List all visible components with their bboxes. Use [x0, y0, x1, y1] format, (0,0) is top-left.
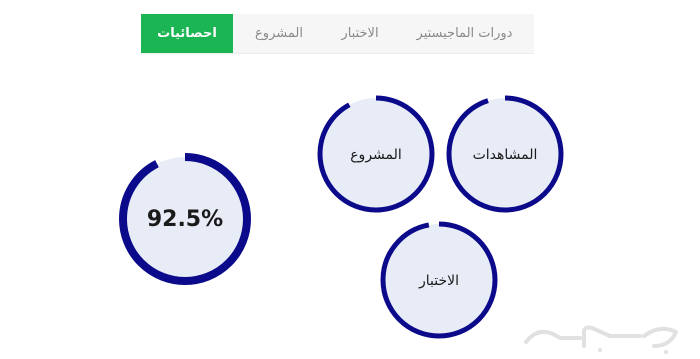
overall-progress-ring: 92.5%: [119, 153, 251, 285]
haraj-watermark-logo: [524, 325, 678, 354]
project-ring: المشروع: [317, 95, 435, 213]
tab-statistics[interactable]: احصائيات: [141, 14, 233, 53]
exam-ring: الاختبار: [380, 221, 498, 339]
tab-masters-courses[interactable]: دورات الماجيستير: [395, 14, 534, 53]
overall-percentage-label: 92.5%: [147, 207, 223, 232]
project-label: المشروع: [350, 147, 402, 163]
views-label: المشاهدات: [473, 147, 538, 163]
views-ring: المشاهدات: [446, 95, 564, 213]
tab-project[interactable]: المشروع: [233, 14, 325, 53]
tab-bar: احصائيات المشروع الاختبار دورات الماجيست…: [141, 14, 534, 54]
exam-label: الاختبار: [418, 273, 459, 289]
statistics-page: احصائيات المشروع الاختبار دورات الماجيست…: [0, 0, 700, 359]
tab-exam[interactable]: الاختبار: [325, 14, 395, 53]
